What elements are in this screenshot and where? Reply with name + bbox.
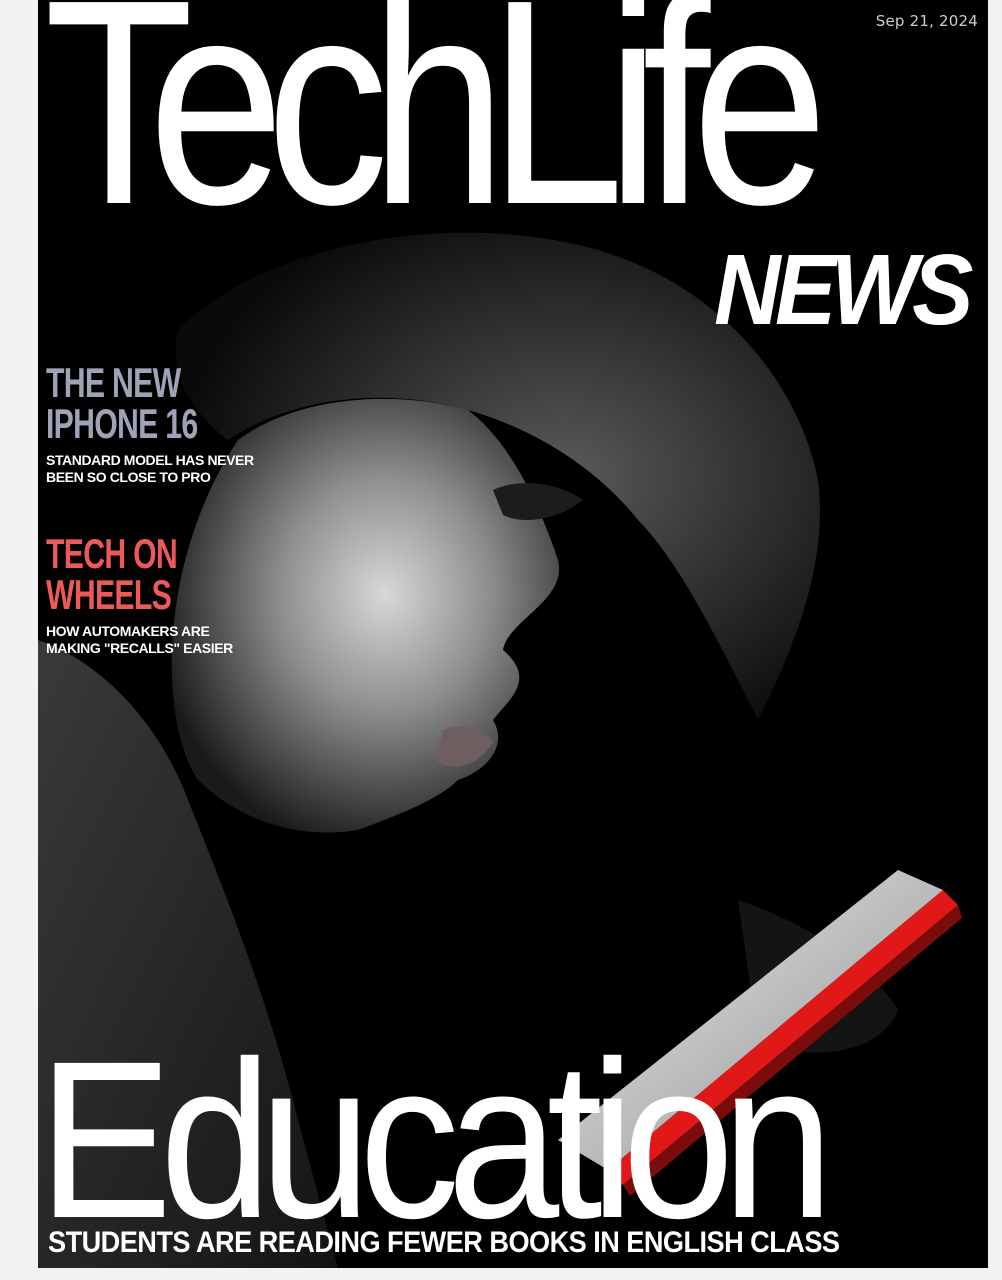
issue-date: Sep 21, 2024 [875, 12, 978, 30]
feature-title: Education [38, 1015, 834, 1265]
feature-subtitle: STUDENTS ARE READING FEWER BOOKS IN ENGL… [48, 1226, 840, 1259]
masthead-subtitle: NEWS [714, 234, 973, 346]
magazine-cover: Sep 21, 2024 TechLife NEWS THE NEW IPHON… [38, 0, 988, 1268]
masthead-title: TechLife [44, 0, 828, 265]
cover-story-wheels: TECH ON WHEELS HOW AUTOMAKERS ARE MAKING… [46, 533, 346, 657]
cover-story-iphone: THE NEW IPHONE 16 STANDARD MODEL HAS NEV… [46, 362, 346, 486]
story-headline: TECH ON WHEELS [46, 530, 178, 618]
story-headline: THE NEW IPHONE 16 [46, 359, 198, 447]
page: Sep 21, 2024 TechLife NEWS THE NEW IPHON… [0, 0, 1002, 1280]
story-subline: STANDARD MODEL HAS NEVER BEEN SO CLOSE T… [46, 452, 254, 485]
story-subline: HOW AUTOMAKERS ARE MAKING "RECALLS" EASI… [46, 623, 233, 656]
